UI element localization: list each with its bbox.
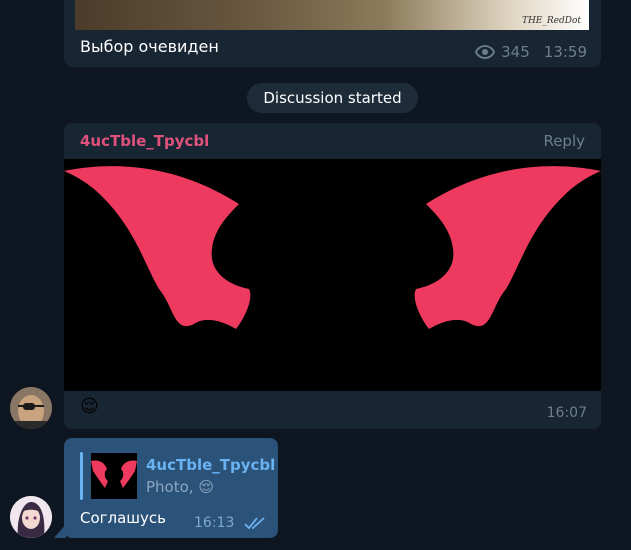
reply-button[interactable]: Reply (543, 132, 585, 150)
avatar[interactable] (10, 496, 52, 538)
post-caption: Выбор очевиден (80, 37, 219, 56)
double-check-icon (244, 517, 265, 530)
message-time: 16:07 (546, 405, 587, 421)
sender-name[interactable]: 4ucTble_Tpycbl (80, 132, 209, 150)
wings-image (64, 166, 601, 329)
quote-thumbnail[interactable] (91, 453, 137, 499)
message-text: Соглашусь (80, 509, 167, 527)
quote-author: 4ucTble_Tpycbl (146, 456, 276, 474)
outgoing-message[interactable]: 4ucTble_Tpycbl Photo, 😌 Соглашусь 16:13 (64, 438, 278, 538)
view-count: 345 (501, 43, 530, 61)
message-emoji: 😌 (80, 396, 99, 417)
user-avatar-image (10, 387, 52, 429)
avatar[interactable] (10, 387, 52, 429)
chat-view: THE_RedDot Выбор очевиден 345 13:59 Disc… (0, 0, 631, 550)
eye-icon (475, 45, 496, 59)
post-time: 13:59 (543, 43, 587, 61)
user-avatar-image (10, 496, 52, 538)
image-watermark: THE_RedDot (521, 16, 581, 26)
channel-post[interactable]: THE_RedDot Выбор очевиден 345 13:59 (64, 0, 601, 67)
service-message: Discussion started (247, 83, 418, 113)
message-time: 16:13 (194, 515, 235, 531)
wings-thumbnail (91, 460, 137, 488)
incoming-photo-message[interactable]: 4ucTble_Tpycbl Reply 😌 16:07 (64, 123, 601, 429)
quote-bar (80, 452, 83, 500)
post-image[interactable]: THE_RedDot (75, 0, 589, 30)
post-meta: 345 13:59 (475, 43, 587, 61)
quote-text: Photo, 😌 (146, 478, 214, 496)
message-photo[interactable] (64, 159, 601, 391)
